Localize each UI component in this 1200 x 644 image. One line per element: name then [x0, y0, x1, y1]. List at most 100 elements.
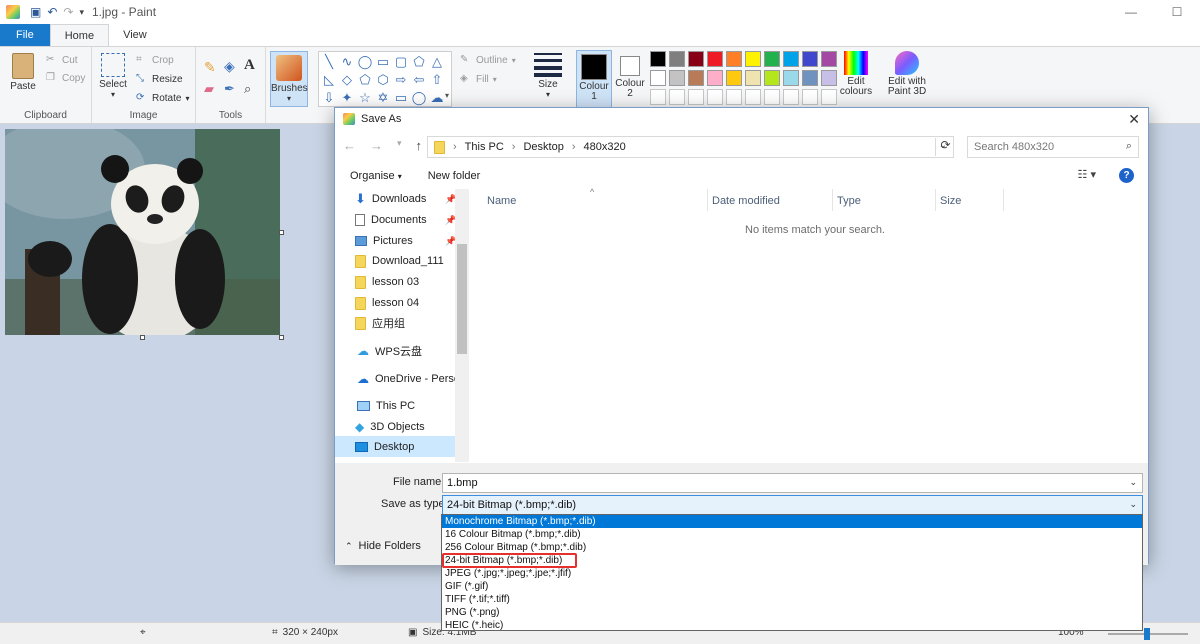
cloud-callout-icon[interactable]: ☁: [428, 89, 446, 107]
nav-item-pictures[interactable]: Pictures 📌: [355, 231, 456, 251]
palette-swatch[interactable]: [707, 51, 723, 67]
polygon-shape-icon[interactable]: ⬠: [410, 53, 428, 71]
nav-item-lesson-04[interactable]: lesson 04: [355, 293, 419, 313]
pencil-icon[interactable]: ✎: [204, 59, 216, 76]
nav-item-lesson-03[interactable]: lesson 03: [355, 272, 419, 292]
nav-item-app-group[interactable]: 应用组: [355, 313, 405, 333]
line-shape-icon[interactable]: ╲: [320, 53, 338, 71]
file-name-dropdown-icon[interactable]: ⌄: [1129, 477, 1137, 488]
custom-palette-swatch[interactable]: [802, 89, 818, 105]
palette-swatch[interactable]: [650, 70, 666, 86]
edit-with-paint3d-button[interactable]: Edit with Paint 3D: [884, 51, 930, 97]
palette-swatch[interactable]: [669, 70, 685, 86]
search-input[interactable]: Search 480x320 ⌕: [967, 136, 1139, 158]
colour1-button[interactable]: Colour 1: [576, 50, 612, 108]
palette-swatch[interactable]: [707, 70, 723, 86]
nav-item-download-111[interactable]: Download_111: [355, 251, 444, 271]
palette-swatch[interactable]: [821, 70, 837, 86]
zoom-slider[interactable]: [1108, 628, 1188, 640]
palette-swatch[interactable]: [802, 51, 818, 67]
nav-item-downloads[interactable]: ⬇ Downloads 📌: [355, 189, 456, 209]
up-arrow-icon[interactable]: ↑: [416, 138, 423, 153]
palette-swatch[interactable]: [669, 51, 685, 67]
nav-item-this-pc[interactable]: This PC: [357, 396, 415, 416]
custom-palette-swatch[interactable]: [764, 89, 780, 105]
custom-palette-swatch[interactable]: [650, 89, 666, 105]
colour-picker-icon[interactable]: ✒: [224, 81, 235, 97]
refresh-icon[interactable]: ⟳: [935, 138, 955, 156]
resize-handle-corner[interactable]: [279, 335, 284, 340]
type-option-heic[interactable]: HEIC (*.heic): [442, 619, 1142, 632]
column-divider[interactable]: [707, 189, 708, 211]
outline-button[interactable]: ✎ Outline ▾: [460, 54, 516, 66]
customize-qat-icon[interactable]: ▾: [79, 7, 84, 18]
palette-swatch[interactable]: [802, 70, 818, 86]
rectangle-shape-icon[interactable]: ▭: [374, 53, 392, 71]
file-list[interactable]: ^ Name Date modified Type Size No items …: [470, 187, 1149, 462]
down-arrow-shape-icon[interactable]: ⇩: [320, 89, 338, 107]
tab-home[interactable]: Home: [49, 24, 110, 46]
palette-swatch[interactable]: [745, 70, 761, 86]
custom-palette-swatch[interactable]: [669, 89, 685, 105]
breadcrumb-480x320[interactable]: 480x320: [584, 141, 626, 153]
type-option-png[interactable]: PNG (*.png): [442, 606, 1142, 619]
triangle-shape-icon[interactable]: △: [428, 53, 446, 71]
type-option-tiff[interactable]: TIFF (*.tif;*.tiff): [442, 593, 1142, 606]
resize-button[interactable]: ⤡ Resize: [136, 73, 183, 85]
nav-item-3d-objects[interactable]: ◆ 3D Objects: [355, 417, 425, 437]
resize-handle-right[interactable]: [279, 230, 284, 235]
shapes-more-icon[interactable]: ▾: [445, 91, 449, 100]
hide-folders-button[interactable]: ⌃ Hide Folders: [345, 540, 421, 552]
copy-button[interactable]: ❐ Copy: [46, 72, 85, 84]
custom-palette-swatch[interactable]: [688, 89, 704, 105]
palette-swatch[interactable]: [764, 70, 780, 86]
palette-swatch[interactable]: [726, 51, 742, 67]
edit-colours-button[interactable]: Edit colours: [838, 51, 874, 97]
fill-button[interactable]: ◈ Fill ▾: [460, 73, 497, 85]
up-arrow-shape-icon[interactable]: ⇧: [428, 71, 446, 89]
column-header-type[interactable]: Type: [837, 195, 861, 207]
select-button[interactable]: Select ▾: [98, 53, 128, 99]
column-header-size[interactable]: Size: [940, 195, 961, 207]
callout-shape-icon[interactable]: ▭: [392, 89, 410, 107]
palette-swatch[interactable]: [764, 51, 780, 67]
rotate-button[interactable]: ⟳ Rotate ▾: [136, 92, 189, 104]
right-triangle-shape-icon[interactable]: ◺: [320, 71, 338, 89]
type-option-gif[interactable]: GIF (*.gif): [442, 580, 1142, 593]
custom-palette-swatch[interactable]: [726, 89, 742, 105]
new-folder-button[interactable]: New folder: [428, 170, 481, 182]
six-point-star-icon[interactable]: ✡: [374, 89, 392, 107]
shapes-gallery[interactable]: ╲ ∿ ◯ ▭ ▢ ⬠ △ ◺ ◇ ⬠ ⬡ ⇨ ⇦ ⇧ ⇩ ✦ ☆ ✡ ▭ ◯ …: [318, 51, 452, 107]
oval-shape-icon[interactable]: ◯: [356, 53, 374, 71]
tab-view[interactable]: View: [109, 24, 161, 46]
back-arrow-icon[interactable]: ←: [343, 138, 356, 153]
minimize-button[interactable]: —: [1108, 0, 1154, 24]
palette-swatch[interactable]: [783, 70, 799, 86]
size-button[interactable]: Size ▾: [532, 53, 564, 99]
right-arrow-shape-icon[interactable]: ⇨: [392, 71, 410, 89]
custom-palette-swatch[interactable]: [821, 89, 837, 105]
organise-button[interactable]: Organise ▾: [350, 170, 402, 182]
rounded-rectangle-shape-icon[interactable]: ▢: [392, 53, 410, 71]
colour2-button[interactable]: Colour 2: [614, 50, 646, 99]
pentagon-shape-icon[interactable]: ⬠: [356, 71, 374, 89]
fill-bucket-icon[interactable]: ◈: [224, 58, 235, 75]
zoom-slider-thumb[interactable]: [1144, 628, 1150, 640]
nav-scrollbar[interactable]: [455, 189, 469, 462]
file-name-input[interactable]: 1.bmp ⌄: [442, 473, 1143, 493]
column-header-name[interactable]: Name: [487, 195, 516, 207]
undo-icon[interactable]: ↶: [47, 5, 57, 19]
hexagon-shape-icon[interactable]: ⬡: [374, 71, 392, 89]
palette-swatch[interactable]: [745, 51, 761, 67]
column-header-date-modified[interactable]: Date modified: [712, 195, 780, 207]
palette-swatch[interactable]: [688, 51, 704, 67]
nav-item-documents[interactable]: Documents 📌: [355, 210, 456, 230]
nav-item-desktop[interactable]: Desktop: [355, 437, 414, 457]
palette-swatch[interactable]: [821, 51, 837, 67]
type-option-jpeg[interactable]: JPEG (*.jpg;*.jpeg;*.jpe;*.jfif): [442, 567, 1142, 580]
column-divider[interactable]: [935, 189, 936, 211]
custom-palette-swatch[interactable]: [745, 89, 761, 105]
tab-file[interactable]: File: [0, 24, 50, 46]
eraser-icon[interactable]: ▰: [204, 81, 214, 97]
help-icon[interactable]: ?: [1119, 168, 1134, 183]
